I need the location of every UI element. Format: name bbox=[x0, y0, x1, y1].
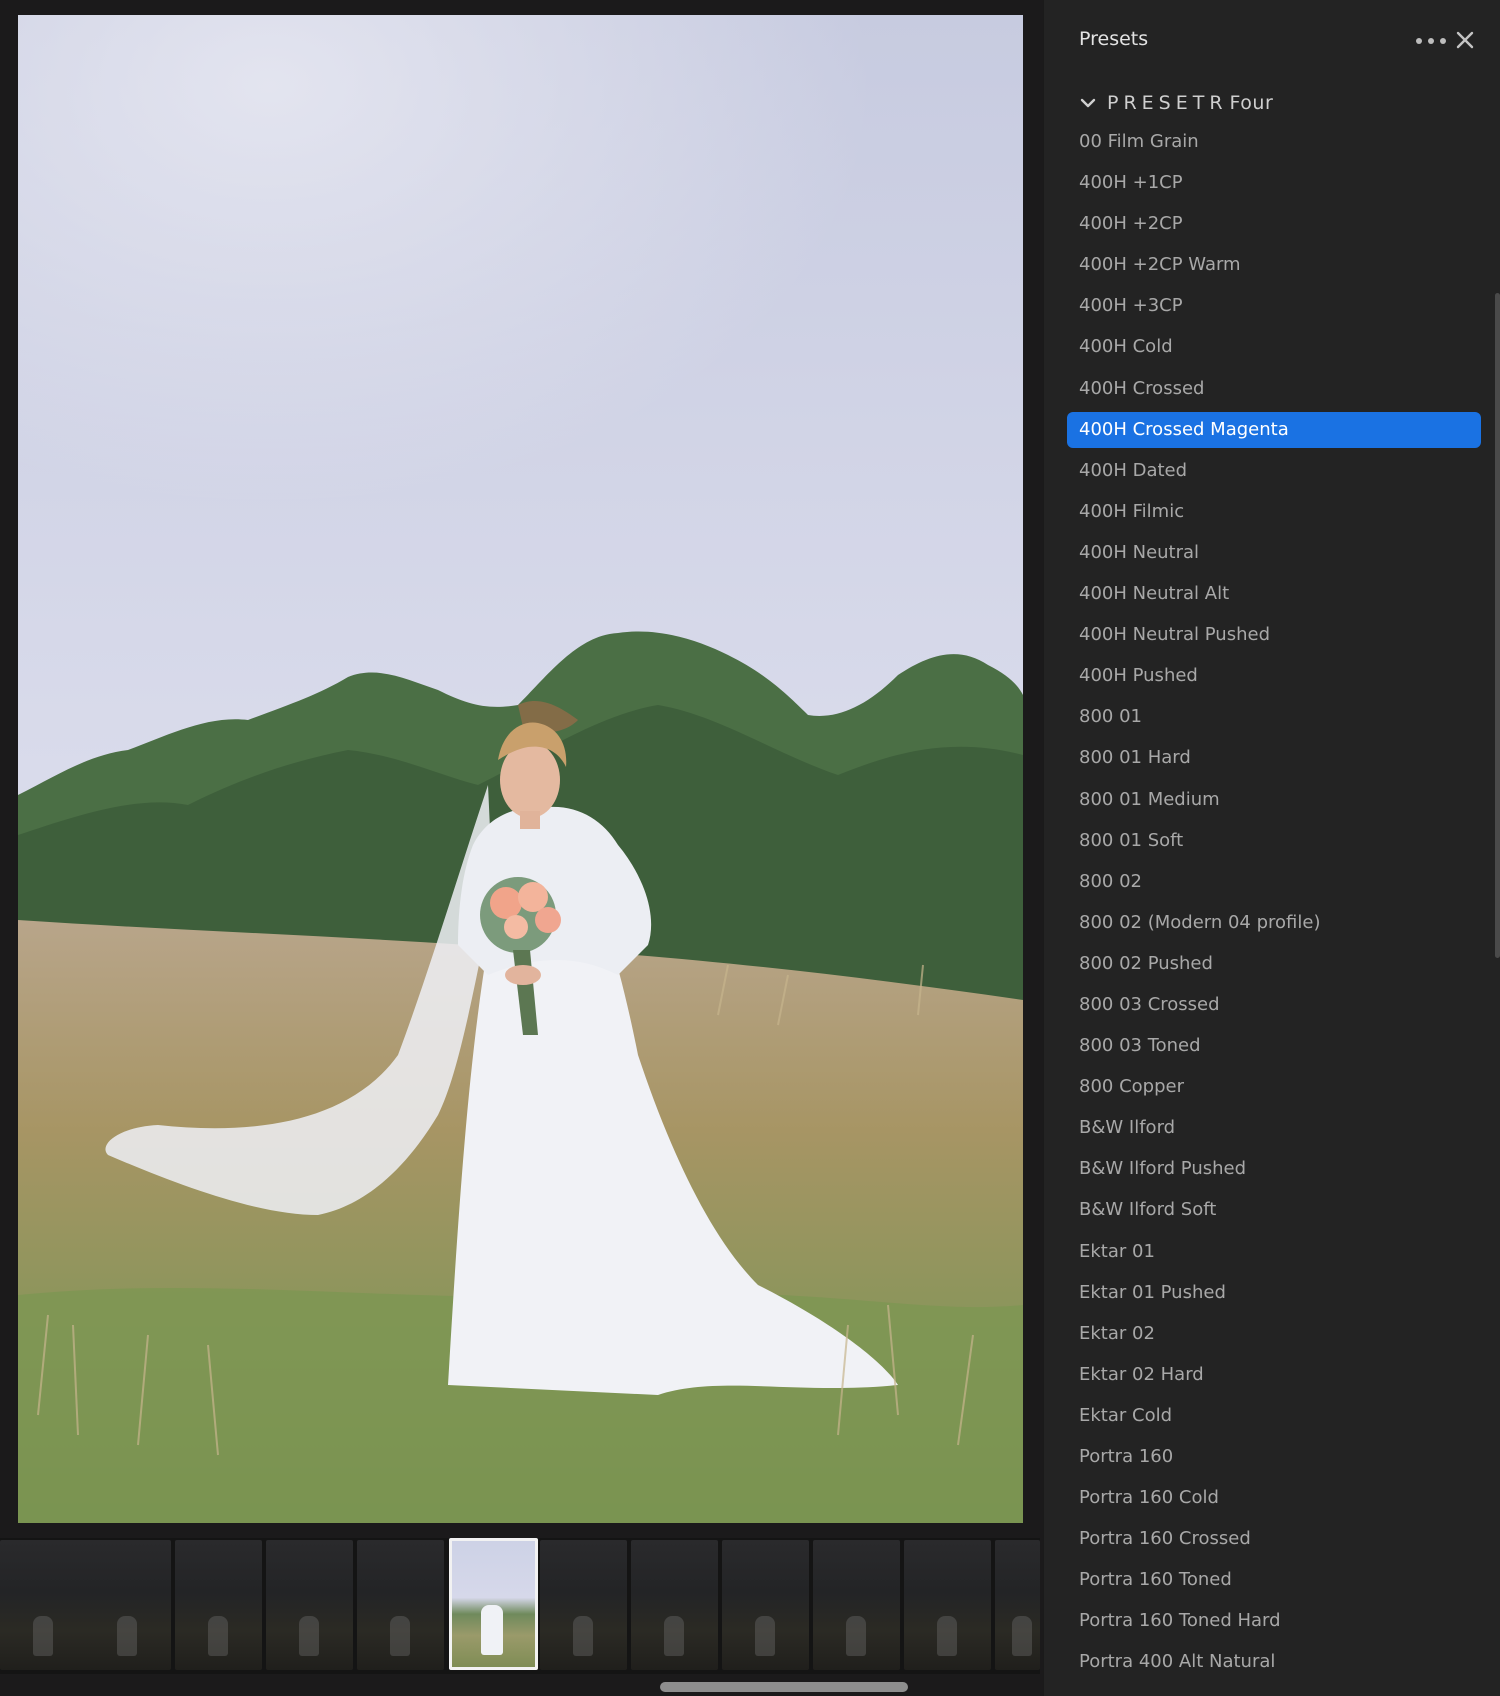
preset-group-header[interactable]: PRESETR Four bbox=[1079, 88, 1273, 118]
preset-group-name: PRESETR bbox=[1107, 92, 1228, 114]
preset-item[interactable]: 00 Film Grain bbox=[1067, 124, 1481, 160]
main-photo bbox=[18, 15, 1023, 1523]
close-button[interactable] bbox=[1453, 28, 1477, 52]
filmstrip-thumbnail[interactable] bbox=[813, 1540, 900, 1670]
more-horizontal-icon bbox=[1440, 38, 1446, 44]
preset-item[interactable]: B&W Ilford Pushed bbox=[1067, 1151, 1481, 1187]
photo-illustration bbox=[18, 15, 1023, 1523]
filmstrip-thumbnail[interactable] bbox=[631, 1540, 718, 1670]
preset-item[interactable]: 400H +2CP bbox=[1067, 206, 1481, 242]
filmstrip-thumbnail[interactable] bbox=[904, 1540, 991, 1670]
filmstrip-thumbnail[interactable] bbox=[266, 1540, 353, 1670]
filmstrip-scrollbar[interactable] bbox=[660, 1682, 908, 1692]
preset-item[interactable]: 800 Copper bbox=[1067, 1069, 1481, 1105]
preset-item[interactable]: Ektar 01 bbox=[1067, 1234, 1481, 1270]
more-horizontal-icon bbox=[1416, 38, 1422, 44]
filmstrip bbox=[0, 1538, 1040, 1674]
preset-item[interactable]: 400H Dated bbox=[1067, 453, 1481, 489]
filmstrip-thumbnail[interactable] bbox=[540, 1540, 627, 1670]
preset-item[interactable]: 800 01 Medium bbox=[1067, 782, 1481, 818]
preset-item[interactable]: Portra 160 bbox=[1067, 1439, 1481, 1475]
preset-item[interactable]: Ektar Cold bbox=[1067, 1398, 1481, 1434]
preset-item[interactable]: 400H Neutral Pushed bbox=[1067, 617, 1481, 653]
photo-viewer bbox=[0, 0, 1043, 1696]
preset-item[interactable]: 400H Neutral bbox=[1067, 535, 1481, 571]
close-icon bbox=[1456, 31, 1474, 49]
chevron-down-icon bbox=[1080, 98, 1096, 108]
preset-item[interactable]: 800 02 (Modern 04 profile) bbox=[1067, 905, 1481, 941]
preset-item[interactable]: 800 02 Pushed bbox=[1067, 946, 1481, 982]
preset-item[interactable]: 400H +1CP bbox=[1067, 165, 1481, 201]
preset-item[interactable]: 400H Neutral Alt bbox=[1067, 576, 1481, 612]
preset-item[interactable]: Portra 160 Toned Hard bbox=[1067, 1603, 1481, 1639]
preset-item[interactable]: 800 02 bbox=[1067, 864, 1481, 900]
preset-item[interactable]: B&W Ilford Soft bbox=[1067, 1192, 1481, 1228]
preset-item[interactable]: Portra 160 Toned bbox=[1067, 1562, 1481, 1598]
more-horizontal-icon bbox=[1428, 38, 1434, 44]
filmstrip-thumbnail[interactable] bbox=[175, 1540, 262, 1670]
preset-item[interactable]: 400H Crossed bbox=[1067, 371, 1481, 407]
more-options-button[interactable] bbox=[1416, 30, 1446, 52]
preset-item[interactable]: Ektar 01 Pushed bbox=[1067, 1275, 1481, 1311]
panel-scrollbar[interactable] bbox=[1495, 293, 1500, 958]
filmstrip-thumbnail[interactable] bbox=[84, 1540, 171, 1670]
preset-item-selected[interactable]: 400H Crossed Magenta bbox=[1067, 411, 1481, 448]
presets-panel: Presets PRESETR Four 00 Film Grain 400H +… bbox=[1043, 0, 1500, 1696]
preset-item[interactable]: 800 03 Crossed bbox=[1067, 987, 1481, 1023]
preset-item[interactable]: 400H +3CP bbox=[1067, 288, 1481, 324]
filmstrip-thumbnail-selected[interactable] bbox=[449, 1538, 538, 1670]
preset-item[interactable]: 800 01 bbox=[1067, 699, 1481, 735]
preset-item[interactable]: 400H Pushed bbox=[1067, 658, 1481, 694]
filmstrip-thumbnail[interactable] bbox=[995, 1540, 1040, 1670]
filmstrip-thumbnail[interactable] bbox=[357, 1540, 444, 1670]
preset-item[interactable]: Portra 400 Alt Natural bbox=[1067, 1644, 1481, 1680]
preset-item[interactable]: 400H +2CP Warm bbox=[1067, 247, 1481, 283]
preset-item[interactable]: Ektar 02 Hard bbox=[1067, 1357, 1481, 1393]
preset-item[interactable]: 800 01 Soft bbox=[1067, 823, 1481, 859]
preset-item[interactable]: 800 01 Hard bbox=[1067, 740, 1481, 776]
preset-item[interactable]: Portra 160 Cold bbox=[1067, 1480, 1481, 1516]
preset-item[interactable]: 800 03 Toned bbox=[1067, 1028, 1481, 1064]
preset-item[interactable]: Ektar 02 bbox=[1067, 1316, 1481, 1352]
preset-list: 00 Film Grain 400H +1CP 400H +2CP 400H +2CP… bbox=[1067, 124, 1481, 1686]
panel-title: Presets bbox=[1079, 28, 1149, 50]
filmstrip-thumbnail[interactable] bbox=[0, 1540, 87, 1670]
panel-header: Presets bbox=[1044, 0, 1500, 80]
preset-group-name-suffix: Four bbox=[1229, 92, 1274, 114]
preset-item[interactable]: B&W Ilford bbox=[1067, 1110, 1481, 1146]
preset-item[interactable]: Portra 160 Crossed bbox=[1067, 1521, 1481, 1557]
preset-item[interactable]: 400H Filmic bbox=[1067, 494, 1481, 530]
preset-item[interactable]: 400H Cold bbox=[1067, 329, 1481, 365]
filmstrip-thumbnail[interactable] bbox=[722, 1540, 809, 1670]
